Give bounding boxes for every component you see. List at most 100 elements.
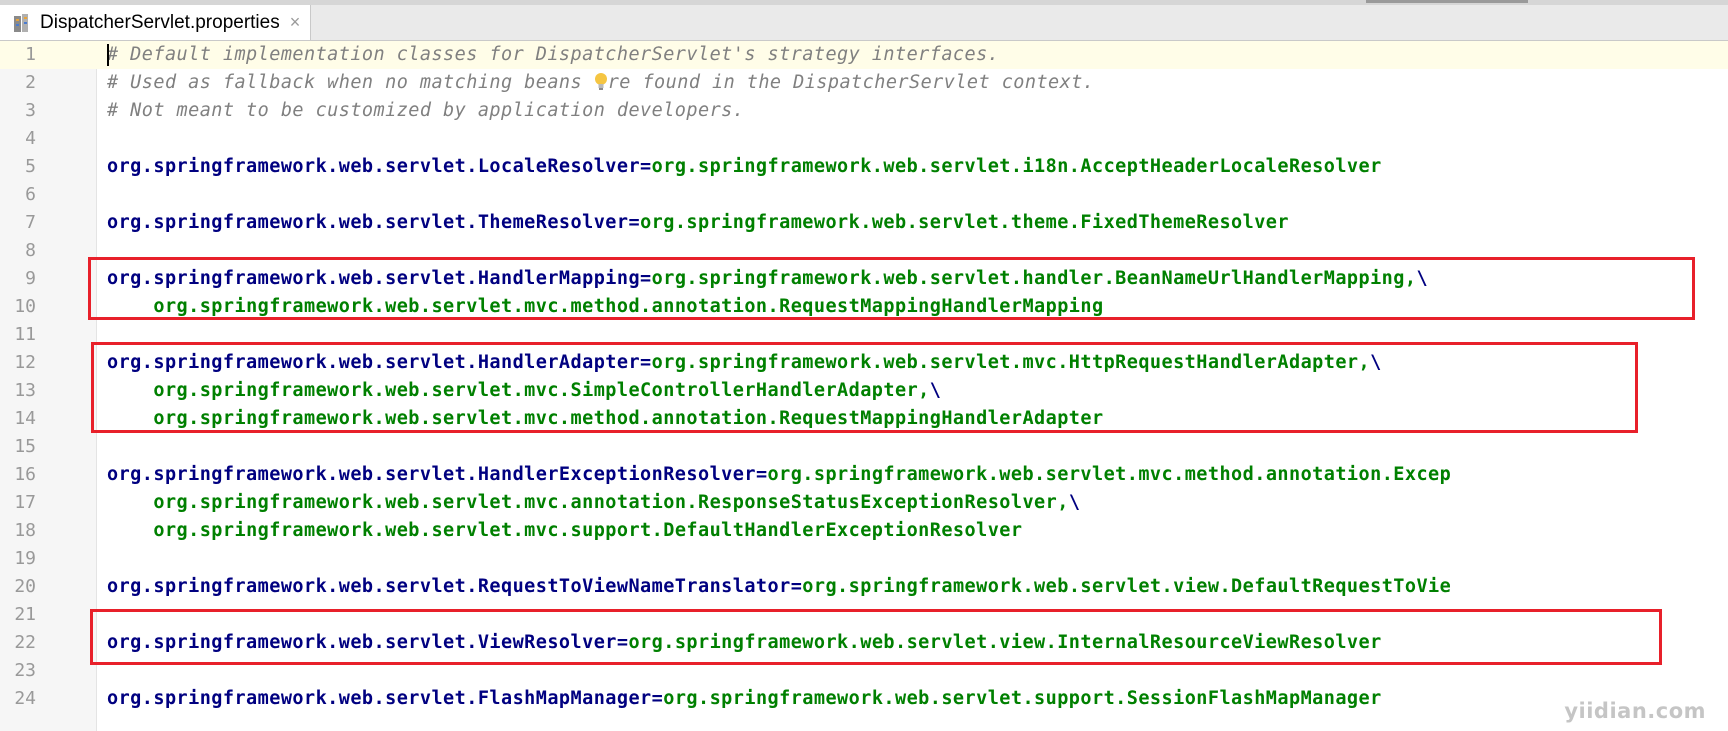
properties-file-icon <box>12 12 34 34</box>
code-line[interactable]: 17 org.springframework.web.servlet.mvc.a… <box>0 489 1728 517</box>
property-value: org.springframework.web.servlet.mvc.Simp… <box>153 380 930 401</box>
code-text: org.springframework.web.servlet.HandlerE… <box>107 461 1451 489</box>
code-line[interactable]: 21 <box>0 601 1728 629</box>
code-line[interactable]: 6 <box>0 181 1728 209</box>
line-number[interactable]: 4 <box>0 125 36 153</box>
line-number[interactable]: 11 <box>0 321 36 349</box>
property-key: org.springframework.web.servlet.ViewReso… <box>107 632 617 653</box>
line-number[interactable]: 15 <box>0 433 36 461</box>
code-line[interactable]: 14 org.springframework.web.servlet.mvc.m… <box>0 405 1728 433</box>
code-line[interactable]: 1 # Default implementation classes for Di… <box>0 41 1728 69</box>
property-key: org.springframework.web.servlet.LocaleRe… <box>107 156 641 177</box>
line-number[interactable]: 18 <box>0 517 36 545</box>
line-number[interactable]: 13 <box>0 377 36 405</box>
code-text: org.springframework.web.servlet.LocaleRe… <box>107 153 1382 181</box>
code-line[interactable]: 16 org.springframework.web.servlet.Handle… <box>0 461 1728 489</box>
code-line[interactable]: 5 org.springframework.web.servlet.LocaleR… <box>0 153 1728 181</box>
code-line[interactable]: 11 <box>0 321 1728 349</box>
comment-text: re found in the DispatcherServlet contex… <box>607 72 1095 93</box>
tab-dispatcherservlet-properties[interactable]: DispatcherServlet.properties × <box>0 5 311 40</box>
line-number[interactable]: 21 <box>0 601 36 629</box>
line-number[interactable]: 20 <box>0 573 36 601</box>
line-number[interactable]: 5 <box>0 153 36 181</box>
code-line[interactable]: 19 <box>0 545 1728 573</box>
line-number[interactable]: 7 <box>0 209 36 237</box>
close-icon[interactable]: × <box>290 12 301 33</box>
code-line[interactable]: 2 # Used as fallback when no matching bea… <box>0 69 1728 97</box>
code-line[interactable]: 10 org.springframework.web.servlet.mvc.m… <box>0 293 1728 321</box>
property-key: org.springframework.web.servlet.ThemeRes… <box>107 212 629 233</box>
code-text: org.springframework.web.servlet.mvc.Simp… <box>107 377 941 405</box>
code-text: org.springframework.web.servlet.FlashMap… <box>107 685 1382 713</box>
code-line[interactable]: 7 org.springframework.web.servlet.ThemeRe… <box>0 209 1728 237</box>
line-number[interactable]: 2 <box>0 69 36 97</box>
line-continuation: \ <box>1370 352 1382 373</box>
code-text: org.springframework.web.servlet.mvc.meth… <box>107 293 1104 321</box>
property-value: org.springframework.web.servlet.mvc.Http… <box>651 352 1371 373</box>
code-text: org.springframework.web.servlet.mvc.supp… <box>107 517 1022 545</box>
code-text: org.springframework.web.servlet.HandlerM… <box>107 265 1428 293</box>
code-line[interactable]: 22 org.springframework.web.servlet.ViewRe… <box>0 629 1728 657</box>
code-line[interactable]: 3 # Not meant to be customized by applica… <box>0 97 1728 125</box>
line-number[interactable]: 3 <box>0 97 36 125</box>
code-line[interactable]: 18 org.springframework.web.servlet.mvc.s… <box>0 517 1728 545</box>
code-line[interactable]: 8 <box>0 237 1728 265</box>
equals-sign: = <box>790 576 803 597</box>
line-number[interactable]: 17 <box>0 489 36 517</box>
code-editor[interactable]: 1 # Default implementation classes for Di… <box>0 41 1728 731</box>
ide-window: DispatcherServlet.properties × 1 # Defaul… <box>0 0 1728 731</box>
code-line[interactable]: 24 org.springframework.web.servlet.FlashM… <box>0 685 1728 713</box>
property-value: org.springframework.web.servlet.mvc.anno… <box>153 492 1069 513</box>
code-line[interactable]: 23 <box>0 657 1728 685</box>
code-line[interactable]: 4 <box>0 125 1728 153</box>
property-value: org.springframework.web.servlet.mvc.meth… <box>153 296 1104 317</box>
code-text: org.springframework.web.servlet.mvc.meth… <box>107 405 1104 433</box>
equals-sign: = <box>640 268 652 289</box>
comment-text: # Default implementation classes for Dis… <box>107 44 1000 65</box>
code-text: org.springframework.web.servlet.HandlerA… <box>107 349 1382 377</box>
code-text: org.springframework.web.servlet.mvc.anno… <box>107 489 1080 517</box>
tab-label: DispatcherServlet.properties <box>40 11 280 33</box>
property-value: org.springframework.web.servlet.handler.… <box>651 268 1417 289</box>
property-value: org.springframework.web.servlet.view.Def… <box>802 576 1452 597</box>
line-number[interactable]: 8 <box>0 237 36 265</box>
line-number[interactable]: 10 <box>0 293 36 321</box>
equals-sign: = <box>628 212 641 233</box>
line-number[interactable]: 16 <box>0 461 36 489</box>
code-text: # Default implementation classes for Dis… <box>107 41 999 69</box>
line-continuation: \ <box>929 380 942 401</box>
code-line[interactable]: 13 org.springframework.web.servlet.mvc.S… <box>0 377 1728 405</box>
line-number[interactable]: 12 <box>0 349 36 377</box>
tab-scroll-indicator[interactable] <box>1366 0 1528 3</box>
line-continuation: \ <box>1068 492 1081 513</box>
code-line[interactable]: 15 <box>0 433 1728 461</box>
property-value: org.springframework.web.servlet.view.Int… <box>628 632 1382 653</box>
property-key: org.springframework.web.servlet.HandlerM… <box>107 268 641 289</box>
line-number[interactable]: 1 <box>0 41 36 69</box>
line-number[interactable]: 22 <box>0 629 36 657</box>
code-text: # Used as fallback when no matching bean… <box>107 69 1094 97</box>
line-number[interactable]: 14 <box>0 405 36 433</box>
code-line[interactable]: 20 org.springframework.web.servlet.Reques… <box>0 573 1728 601</box>
property-value: org.springframework.web.servlet.theme.Fi… <box>640 212 1289 233</box>
editor-tab-bar: DispatcherServlet.properties × <box>0 0 1728 41</box>
property-value: org.springframework.web.servlet.mvc.meth… <box>767 464 1452 485</box>
line-number[interactable]: 9 <box>0 265 36 293</box>
property-key: org.springframework.web.servlet.HandlerA… <box>107 352 641 373</box>
lightbulb-icon[interactable] <box>594 72 608 91</box>
text-caret <box>107 44 109 66</box>
code-line[interactable]: 12 org.springframework.web.servlet.Handle… <box>0 349 1728 377</box>
code-line[interactable]: 9 org.springframework.web.servlet.Handler… <box>0 265 1728 293</box>
property-key: org.springframework.web.servlet.FlashMap… <box>107 688 652 709</box>
line-number[interactable]: 24 <box>0 685 36 713</box>
line-number[interactable]: 6 <box>0 181 36 209</box>
equals-sign: = <box>651 688 664 709</box>
property-value: org.springframework.web.servlet.mvc.supp… <box>153 520 1023 541</box>
property-value: org.springframework.web.servlet.i18n.Acc… <box>651 156 1382 177</box>
equals-sign: = <box>640 156 652 177</box>
line-number[interactable]: 23 <box>0 657 36 685</box>
line-number[interactable]: 19 <box>0 545 36 573</box>
